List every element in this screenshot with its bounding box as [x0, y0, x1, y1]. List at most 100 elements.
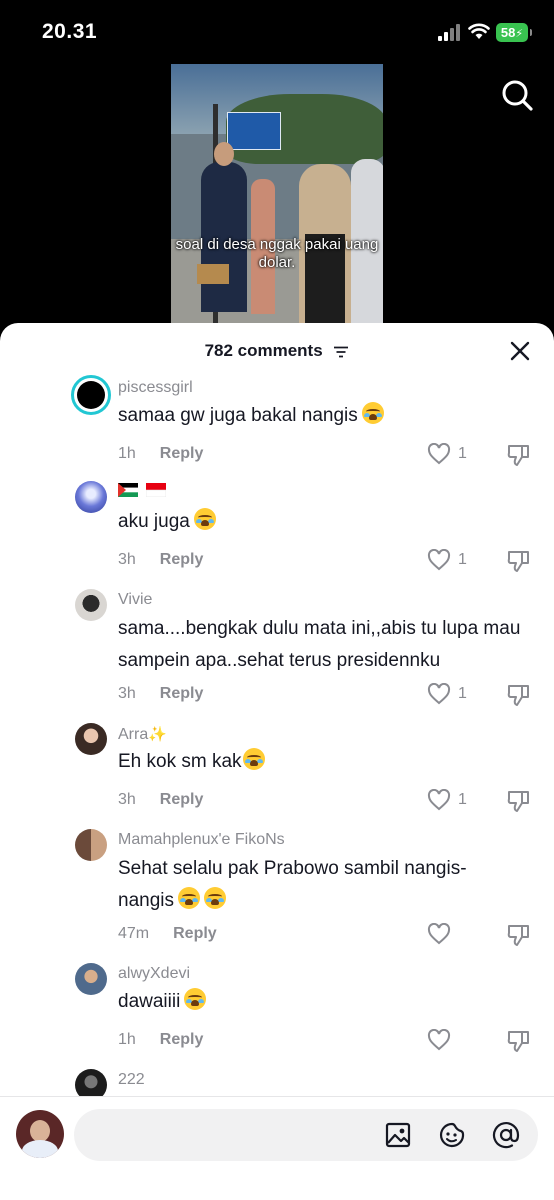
loudly-crying-face-emoji	[193, 508, 216, 530]
comment-body: aku juga	[118, 511, 190, 532]
loudly-crying-face-emoji	[184, 988, 207, 1010]
charging-bolt-icon: ⚡	[515, 28, 524, 40]
reply-button[interactable]: Reply	[160, 1031, 204, 1048]
reply-button[interactable]: Reply	[160, 445, 204, 462]
comment-time: 3h	[118, 551, 136, 568]
avatar[interactable]	[75, 589, 107, 621]
comment-input-box[interactable]	[74, 1109, 538, 1161]
comment-meta: 3h Reply	[118, 551, 203, 569]
comment-text: Eh kok sm kak	[118, 746, 518, 778]
image-icon[interactable]	[384, 1121, 412, 1149]
avatar[interactable]	[71, 375, 111, 415]
battery-level: 58	[500, 25, 516, 40]
comment-time: 3h	[118, 685, 136, 702]
like-button[interactable]	[427, 923, 451, 945]
like-button[interactable]: 1	[427, 549, 467, 571]
video-caption-line: soal di desa nggak pakai uang	[175, 236, 379, 253]
wifi-icon	[468, 23, 490, 39]
comments-count: 782 comments	[204, 341, 323, 360]
comments-sheet: 782 comments piscessgirl samaa gw juga b…	[0, 323, 554, 1199]
comment-username-text: Arra	[118, 726, 149, 743]
heart-icon	[427, 1029, 451, 1051]
close-icon[interactable]	[508, 339, 532, 363]
comment-text: dawaiiii	[118, 986, 518, 1018]
indonesia-flag	[146, 483, 167, 498]
reply-button[interactable]: Reply	[160, 791, 204, 808]
cellular-signal-icon	[438, 24, 460, 41]
like-count: 1	[458, 445, 467, 462]
like-count: 1	[458, 685, 467, 702]
thumbs-down-icon[interactable]	[506, 683, 532, 707]
comment-username[interactable]: 222	[118, 1071, 145, 1089]
comment-input-bar	[0, 1096, 554, 1200]
reply-button[interactable]: Reply	[160, 551, 204, 568]
loudly-crying-face-emoji	[361, 402, 384, 424]
heart-icon	[427, 443, 451, 465]
like-button[interactable]: 1	[427, 683, 467, 705]
comment-username[interactable]: alwyXdevi	[118, 965, 190, 983]
video-caption-line: dolar.	[258, 254, 296, 271]
comment-time: 1h	[118, 1031, 136, 1048]
comment-text: samaa gw juga bakal nangis	[118, 400, 518, 432]
avatar[interactable]	[16, 1110, 64, 1158]
heart-icon	[427, 789, 451, 811]
like-button[interactable]	[427, 1029, 451, 1051]
heart-icon	[427, 923, 451, 945]
comment-text: sama....bengkak dulu mata ini,,abis tu l…	[118, 613, 538, 677]
sort-icon[interactable]	[333, 346, 349, 358]
comment-username[interactable]: Vivie	[118, 591, 152, 609]
thumbs-down-icon[interactable]	[506, 1029, 532, 1053]
video-caption: soal di desa nggak pakai uang dolar.	[171, 236, 383, 272]
comment-body: samaa gw juga bakal nangis	[118, 405, 358, 426]
at-icon[interactable]	[492, 1121, 520, 1149]
comments-header: 782 comments	[0, 341, 554, 361]
comment-username[interactable]: Arra✨	[118, 725, 167, 744]
thumbs-down-icon[interactable]	[506, 923, 532, 947]
avatar[interactable]	[75, 963, 107, 995]
comment-username[interactable]: piscessgirl	[118, 379, 193, 397]
comment-meta: 1h Reply	[118, 1031, 203, 1049]
comment-meta: 1h Reply	[118, 445, 203, 463]
comment-meta: 47m Reply	[118, 925, 217, 943]
comment-text: aku juga	[118, 506, 518, 538]
comment-body: sama....bengkak dulu mata ini,,abis tu l…	[118, 618, 521, 671]
avatar[interactable]	[75, 829, 107, 861]
status-time: 20.31	[42, 20, 98, 43]
comment-time: 1h	[118, 445, 136, 462]
like-count: 1	[458, 791, 467, 808]
reply-button[interactable]: Reply	[173, 925, 217, 942]
loudly-crying-face-emoji	[178, 887, 200, 909]
comment-meta: 3h Reply	[118, 791, 203, 809]
sticker-icon[interactable]	[438, 1121, 466, 1149]
heart-icon	[427, 549, 451, 571]
comment-body: Sehat selalu pak Prabowo sambil nangis-n…	[118, 858, 467, 911]
like-count: 1	[458, 551, 467, 568]
comment-time: 47m	[118, 925, 150, 942]
loudly-crying-face-emoji	[204, 887, 226, 909]
comment-time: 3h	[118, 791, 136, 808]
comment-body: Eh kok sm kak	[118, 751, 242, 772]
video-player[interactable]: soal di desa nggak pakai uang dolar.	[171, 64, 383, 326]
comment-input[interactable]	[92, 1121, 376, 1151]
comment-body: dawaiiii	[118, 991, 181, 1012]
thumbs-down-icon[interactable]	[506, 443, 532, 467]
search-icon[interactable]	[500, 78, 534, 112]
comment-text: Sehat selalu pak Prabowo sambil nangis-n…	[118, 853, 518, 917]
reply-button[interactable]: Reply	[160, 685, 204, 702]
comment-meta: 3h Reply	[118, 685, 203, 703]
heart-icon	[427, 683, 451, 705]
video-street-sign	[227, 112, 281, 150]
thumbs-down-icon[interactable]	[506, 789, 532, 813]
loudly-crying-face-emoji	[242, 748, 265, 770]
avatar[interactable]	[75, 723, 107, 755]
thumbs-down-icon[interactable]	[506, 549, 532, 573]
palestine-flag	[118, 483, 138, 497]
avatar[interactable]	[75, 481, 107, 513]
like-button[interactable]: 1	[427, 443, 467, 465]
comment-username-flags[interactable]	[118, 483, 167, 502]
status-bar: 20.31 58⚡	[0, 0, 554, 64]
comment-username[interactable]: Mamahplenux'e FikoNs	[118, 831, 285, 849]
battery-indicator: 58⚡	[496, 23, 532, 42]
sparkles-icon: ✨	[148, 726, 167, 743]
like-button[interactable]: 1	[427, 789, 467, 811]
